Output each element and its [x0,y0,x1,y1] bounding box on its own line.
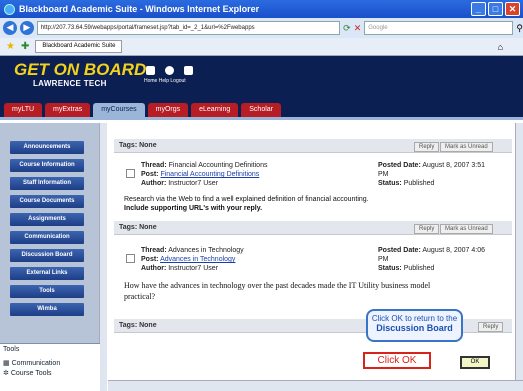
sidebar-scrollbar[interactable] [99,123,107,391]
url-field[interactable]: http://207.73.64.59/webapps/portal/frame… [36,21,341,35]
tab-myextras[interactable]: myExtras [45,103,91,117]
window-titlebar: Blackboard Academic Suite - Windows Inte… [0,0,523,18]
post-body-line: practical? [124,292,156,301]
logo-subtitle: LAWRENCE TECH [33,79,107,88]
tab-myorgs[interactable]: myOrgs [147,103,189,117]
reply-button[interactable]: Reply [414,224,440,234]
back-icon[interactable]: ◀ [3,21,17,35]
sidebar-item-course-information[interactable]: Course Information [10,159,84,172]
post-title-row[interactable]: Post: Advances in Technology [141,256,235,263]
thread-title-row: Thread: Advances in Technology [141,247,244,254]
window-title: Blackboard Academic Suite - Windows Inte… [19,4,260,14]
posted-date: Posted Date: August 8, 2007 4:06 [378,247,486,254]
favorites-bar: ★ ✚ Blackboard Academic Suite ⌂ [0,38,523,56]
course-menu: Announcements Course Information Staff I… [0,123,107,391]
sidebar-item-assignments[interactable]: Assignments [10,213,84,226]
blackboard-header: GET ON BOARD LAWRENCE TECH Home Help Log… [0,56,523,103]
mark-unread-button[interactable]: Mark as Unread [440,224,493,234]
posted-date-cont: PM [378,256,389,263]
thread-title-row: Thread: Financial Accounting Definitions [141,162,268,169]
minimize-button[interactable]: _ [471,2,486,16]
stop-icon[interactable]: ✕ [354,23,362,34]
search-input[interactable]: Google [364,21,514,35]
refresh-icon[interactable]: ⟳ [343,23,351,34]
sidebar-item-course-documents[interactable]: Course Documents [10,195,84,208]
callout-line2: Discussion Board [376,323,453,333]
maximize-button[interactable]: □ [488,2,503,16]
tools-title: Tools [3,346,20,353]
posted-date: Posted Date: August 8, 2007 3:51 [378,162,486,169]
posted-date-cont: PM [378,171,389,178]
status-row: Status: Published [378,180,435,187]
callout-line1: Click OK to return to the [371,314,458,323]
logout-icon[interactable] [184,66,193,75]
tab-myltu[interactable]: myLTU [4,103,43,117]
home-icon[interactable] [146,66,155,75]
logo-title: GET ON BOARD [14,60,147,79]
communication-icon: ▦ [3,360,10,367]
course-tools-icon: ✲ [3,370,9,377]
author-row: Author: Instructor7 User [141,180,219,187]
reply-button[interactable]: Reply [478,322,504,332]
sidebar-item-communication[interactable]: Communication [10,231,84,244]
home-icon[interactable]: ⌂ [498,42,503,52]
sidebar-item-discussion-board[interactable]: Discussion Board [10,249,84,262]
horizontal-scrollbar[interactable] [108,380,523,391]
ok-button[interactable]: OK [460,356,490,369]
post-body-line: Include supporting URL's with your reply… [124,205,263,212]
sidebar-item-announcements[interactable]: Announcements [10,141,84,154]
header-links[interactable]: Home Help Logout [144,78,186,84]
mark-unread-button[interactable]: Mark as Unread [440,142,493,152]
sidebar-item-staff-information[interactable]: Staff Information [10,177,84,190]
author-row: Author: Instructor7 User [141,265,219,272]
post-title-row[interactable]: Post: Financial Accounting Definitions [141,171,259,178]
tools-item-communication[interactable]: ▦ Communication [3,359,60,367]
thread-checkbox[interactable] [126,169,135,178]
reply-button[interactable]: Reply [414,142,440,152]
sidebar-item-external-links[interactable]: External Links [10,267,84,280]
help-icon[interactable] [165,66,174,75]
favorites-star-icon[interactable]: ★ [6,41,15,52]
tab-mycourses[interactable]: myCourses [93,103,145,117]
instruction-callout: Click OK to return to the Discussion Boa… [366,309,463,342]
address-bar: ◀ ▶ http://207.73.64.59/webapps/portal/f… [0,18,523,38]
discussion-content: Tags: None Reply Mark as Unread Thread: … [108,123,515,391]
search-icon[interactable]: ⚲ [516,23,523,34]
click-ok-highlight: Click OK [363,352,431,369]
tools-panel: Tools ▦ Communication ✲ Course Tools [0,343,100,391]
add-favorite-icon[interactable]: ✚ [21,41,29,52]
sidebar-item-wimba[interactable]: Wimba [10,303,84,316]
tab-elearning[interactable]: eLearning [191,103,239,117]
forward-icon[interactable]: ▶ [19,21,34,35]
status-row: Status: Published [378,265,435,272]
post-body-line: Research via the Web to find a well expl… [124,196,369,203]
portal-tabs: myLTU myExtras myCourses myOrgs eLearnin… [0,103,523,120]
sidebar-item-tools[interactable]: Tools [10,285,84,298]
tab-scholar[interactable]: Scholar [241,103,281,117]
content-scrollbar[interactable] [515,123,523,391]
post-body-line: How have the advances in technology over… [124,281,431,290]
ie-icon [4,3,15,15]
thread-checkbox[interactable] [126,254,135,263]
tools-item-course-tools[interactable]: ✲ Course Tools [3,369,52,377]
browser-tab[interactable]: Blackboard Academic Suite [35,40,123,53]
close-button[interactable]: ✕ [505,2,520,16]
